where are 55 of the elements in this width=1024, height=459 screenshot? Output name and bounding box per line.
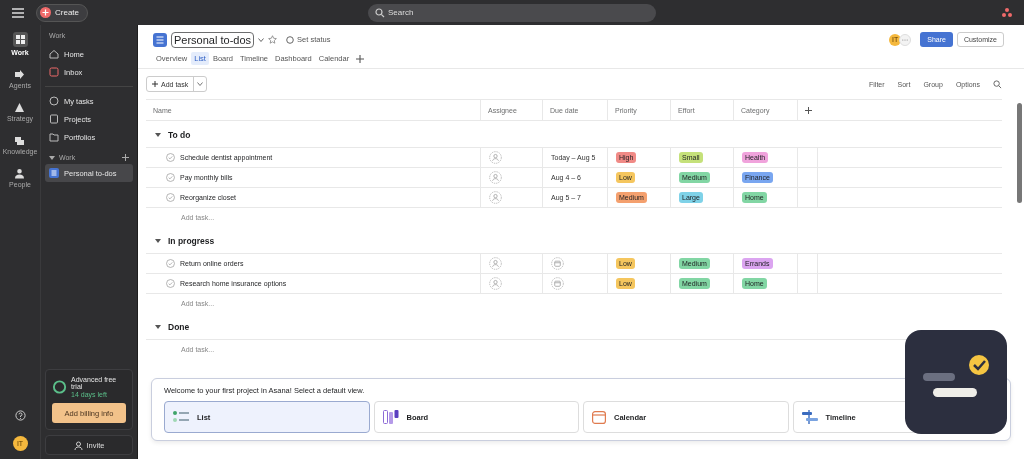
help-icon[interactable] <box>14 410 26 421</box>
plus-icon <box>152 81 158 87</box>
person-icon <box>73 440 83 450</box>
add-icon[interactable] <box>122 154 129 161</box>
more-members-icon[interactable] <box>899 33 912 46</box>
inbox-icon <box>49 67 59 77</box>
assignee-placeholder-icon[interactable] <box>489 277 502 290</box>
section-title[interactable]: To do <box>168 130 191 140</box>
caret-icon[interactable] <box>49 155 55 160</box>
arrow-icon <box>14 69 26 80</box>
check-circle-icon[interactable] <box>166 153 175 162</box>
circle-icon <box>286 35 295 44</box>
project-title[interactable]: Personal to-dos <box>171 31 255 48</box>
caret-icon[interactable] <box>155 239 161 243</box>
assignee-placeholder-icon[interactable] <box>489 191 502 204</box>
search-icon[interactable] <box>993 79 1002 89</box>
add-tab-icon[interactable] <box>356 54 365 63</box>
check-circle-icon[interactable] <box>166 173 175 182</box>
caret-icon[interactable] <box>155 325 161 329</box>
grid-icon <box>12 32 28 47</box>
timeline-icon <box>801 410 818 424</box>
caret-icon <box>197 82 204 86</box>
board-icon <box>382 410 399 424</box>
menu-icon[interactable] <box>12 7 24 18</box>
check-circle-icon[interactable] <box>166 193 175 202</box>
section-title[interactable]: In progress <box>168 236 215 246</box>
section-title[interactable]: Done <box>168 322 190 332</box>
plus-icon <box>40 7 51 18</box>
folder-icon <box>49 132 59 142</box>
assignee-placeholder-icon[interactable] <box>489 151 502 164</box>
puzzle-icon <box>14 135 26 146</box>
star-icon[interactable] <box>268 35 278 44</box>
list-icon <box>173 411 189 423</box>
progress-ring-icon <box>52 379 68 395</box>
assignee-placeholder-icon[interactable] <box>489 171 502 184</box>
list-project-icon <box>49 168 59 178</box>
clipboard-icon <box>49 114 59 124</box>
create-button[interactable]: Create <box>36 3 88 22</box>
triangle-icon <box>14 102 26 113</box>
check-circle-icon[interactable] <box>166 259 175 268</box>
home-icon <box>49 49 59 59</box>
caret-icon[interactable] <box>155 133 161 137</box>
calendar-icon <box>592 410 606 424</box>
search-field[interactable]: Search <box>368 3 656 22</box>
add-column-icon[interactable] <box>805 106 812 114</box>
caret-icon[interactable] <box>258 37 265 42</box>
calendar-placeholder-icon[interactable] <box>551 277 564 290</box>
assignee-placeholder-icon[interactable] <box>489 257 502 270</box>
list-project-icon <box>153 32 167 47</box>
search-icon <box>375 7 385 18</box>
dots-logo-icon <box>1002 8 1012 17</box>
check-circle-icon <box>49 96 59 106</box>
person-icon <box>14 168 26 179</box>
check-circle-icon[interactable] <box>166 279 175 288</box>
calendar-placeholder-icon[interactable] <box>551 257 564 270</box>
